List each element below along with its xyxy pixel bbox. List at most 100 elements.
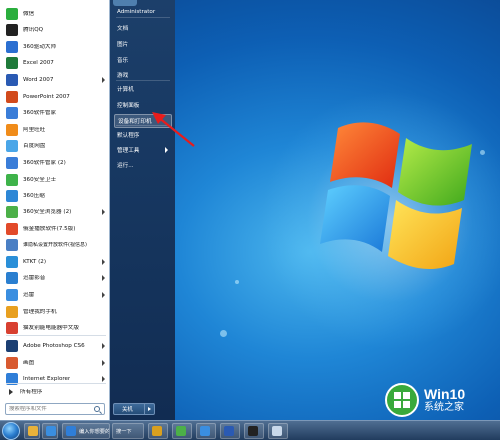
places-item-label: 游戏 (117, 73, 129, 79)
thunder-player-icon (6, 272, 18, 284)
program-label: 阿里旺旺 (23, 126, 46, 133)
places-item-label: Administrator (117, 9, 156, 15)
program-item[interactable]: Excel 2007 (2, 55, 108, 71)
taskbar-button[interactable] (244, 423, 264, 439)
program-item[interactable]: 百度网盘 (2, 138, 108, 154)
submenu-arrow-icon[interactable] (102, 343, 105, 349)
program-label: Adobe Photoshop CS6 (23, 342, 85, 349)
program-label: 俄金播放软件(7.5版) (23, 225, 76, 232)
baidu-netdisk-icon (6, 140, 18, 152)
places-item-label: 计算机 (117, 87, 134, 93)
red-annotation-arrow (152, 112, 195, 147)
watermark-title: Win10 (424, 385, 466, 402)
program-item[interactable]: 360安全卫士 (2, 172, 108, 188)
places-item-label: 音乐 (117, 58, 129, 64)
start-menu-programs-pane: 微信腾讯QQ 360驱动大师 Excel 2007 Word 2007 PowerPoi… (0, 0, 110, 420)
program-item[interactable]: 猫友别能电能器中文版 (2, 320, 108, 336)
places-item[interactable]: 音乐 (114, 53, 172, 67)
separator (116, 80, 170, 81)
places-item-label: 文档 (117, 26, 129, 32)
taskbar-button[interactable] (172, 423, 192, 439)
program-item[interactable]: 360驱动大师 (2, 39, 108, 55)
submenu-arrow-icon[interactable] (102, 259, 105, 265)
places-item-label: 运行... (117, 163, 134, 169)
watermark-subtitle: 系统之家 (424, 401, 464, 413)
separator (6, 335, 106, 336)
taskbar-button[interactable] (220, 423, 240, 439)
places-item-label: 图片 (117, 42, 129, 48)
program-item[interactable]: 迅雷影音 (2, 270, 108, 286)
submenu-arrow-icon[interactable] (102, 275, 105, 281)
search-input[interactable] (6, 406, 94, 412)
program-item[interactable]: 阿里旺旺 (2, 122, 108, 138)
places-item-label: 管理工具 (117, 148, 140, 154)
driver-master-icon (6, 41, 18, 53)
taskbar-button[interactable] (196, 423, 216, 439)
separator (116, 17, 170, 18)
browser-icon (176, 426, 186, 436)
taskbar-button[interactable]: 搜一下 (112, 423, 144, 439)
excel-icon (6, 57, 18, 69)
submenu-arrow-icon[interactable] (102, 360, 105, 366)
powerpoint-icon (6, 91, 18, 103)
places-item-label: 控制面板 (117, 103, 140, 109)
program-label: 管理我的手机 (23, 308, 57, 315)
program-label: Word 2007 (23, 76, 54, 83)
program-item[interactable]: 迅雷 (2, 287, 108, 303)
taskbar-button[interactable] (24, 423, 40, 439)
places-item[interactable]: 运行... (114, 158, 172, 172)
start-search-box[interactable] (5, 403, 105, 415)
start-button[interactable] (2, 422, 20, 440)
aliwangwang-icon (6, 124, 18, 136)
program-item[interactable]: Adobe Photoshop CS6 (2, 338, 108, 354)
taskbar-button[interactable] (42, 423, 58, 439)
program-item[interactable]: 微信 (2, 6, 108, 22)
program-label: 迅雷影音 (23, 274, 46, 281)
program-item[interactable]: Internet Explorer (2, 371, 108, 387)
submenu-arrow-icon[interactable] (102, 209, 105, 215)
taskbar-button[interactable]: 编入你想要的 (62, 423, 110, 439)
program-label: 360软件管家 (2) (23, 159, 66, 166)
program-label: 360安全卫士 (23, 176, 57, 183)
thunder-icon (6, 289, 18, 301)
taskbar-button[interactable] (268, 423, 288, 439)
shutdown-button[interactable]: 关机 (113, 403, 155, 415)
shutdown-options-arrow[interactable] (144, 404, 154, 414)
program-item[interactable]: KTKT (2) (2, 254, 108, 270)
program-item[interactable]: 腾讯QQ (2, 22, 108, 38)
program-label: 谁隐私设置开放软件(视信息) (23, 242, 87, 248)
program-item[interactable]: 360软件管家 (2, 105, 108, 121)
wechat-icon (6, 8, 18, 20)
program-label: PowerPoint 2007 (23, 93, 70, 100)
notepad-icon (272, 426, 282, 436)
submenu-arrow-icon[interactable] (102, 77, 105, 83)
program-item[interactable]: 360安全浏览器 (2) (2, 204, 108, 220)
program-item[interactable]: 360软件管家 (2) (2, 155, 108, 171)
player-icon (46, 426, 56, 436)
shutdown-label: 关机 (122, 407, 133, 413)
places-item[interactable]: 计算机 (114, 82, 172, 96)
all-programs-button[interactable]: 所有程序 (2, 386, 108, 398)
submenu-arrow-icon[interactable] (102, 376, 105, 382)
search-icon[interactable] (94, 406, 100, 412)
taskbar-button[interactable] (148, 423, 168, 439)
windows-logo-wallpaper (320, 122, 472, 270)
program-item[interactable]: 俄金播放软件(7.5版) (2, 221, 108, 237)
program-item[interactable]: 谁隐私设置开放软件(视信息) (2, 237, 108, 253)
places-item-label: 设备和打印机 (118, 119, 152, 125)
terminal-icon (248, 426, 258, 436)
program-item[interactable]: 360压缩 (2, 188, 108, 204)
wallpaper-sparkle (235, 280, 239, 284)
submenu-arrow-icon[interactable] (102, 292, 105, 298)
program-item[interactable]: 管理我的手机 (2, 304, 108, 320)
program-item[interactable]: PowerPoint 2007 (2, 89, 108, 105)
separator (6, 383, 106, 384)
program-label: 微信 (23, 10, 35, 17)
places-item[interactable]: 文档 (114, 21, 172, 35)
program-label: Internet Explorer (23, 375, 71, 382)
program-item[interactable]: Word 2007 (2, 72, 108, 88)
win10-logo-icon (385, 383, 419, 417)
places-item[interactable]: 图片 (114, 37, 172, 51)
site-watermark: Win10 系统之家 (385, 383, 465, 417)
program-item[interactable]: 画图 (2, 355, 108, 371)
